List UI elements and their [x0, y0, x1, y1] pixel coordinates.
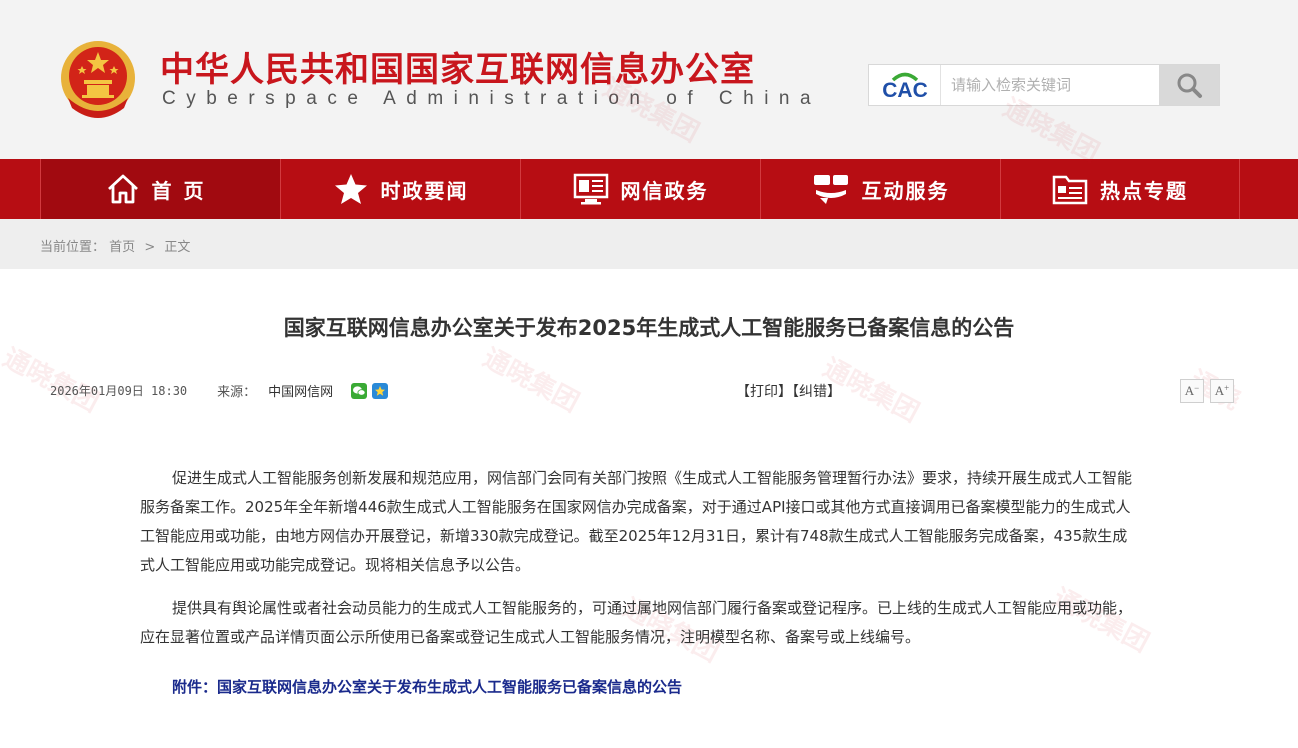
breadcrumb-home-link[interactable]: 首页: [109, 240, 135, 255]
national-emblem-icon[interactable]: [58, 38, 138, 122]
article-title: 国家互联网信息办公室关于发布2025年生成式人工智能服务已备案信息的公告: [283, 316, 1015, 340]
nav-item-news[interactable]: 时政要闻: [280, 159, 520, 219]
article-meta: 2026年01月09日 18:30 来源： 中国网信网: [50, 381, 389, 400]
search-button[interactable]: [1159, 65, 1219, 105]
font-increase-button[interactable]: A +: [1210, 379, 1234, 403]
folder-icon: [1052, 175, 1088, 205]
cac-logo[interactable]: CAC: [869, 65, 941, 105]
attachment: 附件：国家互联网信息办公室关于发布生成式人工智能服务已备案信息的公告: [172, 676, 682, 697]
source-name: 中国网信网: [268, 385, 334, 400]
nav-item-interaction[interactable]: 互动服务: [760, 159, 1000, 219]
font-size-controls: A − A +: [1180, 379, 1234, 403]
attachment-link[interactable]: 国家互联网信息办公室关于发布生成式人工智能服务已备案信息的公告: [217, 678, 682, 696]
chat-icon: [813, 175, 848, 204]
share-buttons: [351, 382, 389, 399]
monitor-icon: [573, 173, 608, 205]
font-decrease-button[interactable]: A −: [1180, 379, 1204, 403]
breadcrumb-bar: 当前位置： 首页 > 正文: [0, 219, 1298, 269]
source-label: 来源：: [217, 385, 257, 400]
print-link[interactable]: 【打印】: [736, 384, 792, 400]
nav-item-label: 网信政务: [620, 178, 709, 203]
article-paragraph: 促进生成式人工智能服务创新发展和规范应用，网信部门会同有关部门按照《生成式人工智…: [140, 469, 1133, 574]
cac-logo-text: CAC: [882, 79, 928, 102]
breadcrumb-current: 正文: [164, 240, 191, 255]
nav-item-topics[interactable]: 热点专题: [1000, 159, 1240, 219]
search-input[interactable]: [943, 65, 1159, 105]
search-icon: [1177, 73, 1202, 98]
breadcrumb-prefix: 当前位置：: [40, 240, 106, 255]
article-tools: 【打印】【纠错】: [736, 381, 841, 401]
watermark: 通晓集团: [0, 343, 104, 419]
site-title-english: Cyberspace Administration of China: [162, 88, 822, 109]
nav-item-label: 时政要闻: [380, 178, 469, 203]
watermark: 通晓集团: [477, 343, 584, 419]
nav-item-label: 互动服务: [861, 178, 950, 203]
site-title-chinese[interactable]: 中华人民共和国国家互联网信息办公室: [160, 42, 755, 91]
nav-item-affairs[interactable]: 网信政务: [520, 159, 760, 219]
font-increase-label: A: [1214, 383, 1225, 398]
article-paragraph: 提供具有舆论属性或者社会动员能力的生成式人工智能服务的，可通过属地网信部门履行备…: [140, 599, 1133, 646]
nav-item-home[interactable]: 首页: [40, 159, 280, 219]
main-nav: 首页 时政要闻 网信政务 互动服务 热点专题: [0, 159, 1298, 219]
home-icon: [107, 174, 138, 204]
nav-item-label: 首页: [151, 178, 216, 203]
correct-link[interactable]: 【纠错】: [792, 384, 841, 400]
breadcrumb: 当前位置： 首页 > 正文: [40, 236, 190, 255]
breadcrumb-separator: >: [144, 240, 156, 255]
font-decrease-label: A: [1184, 383, 1195, 398]
star-icon: [334, 174, 367, 204]
wechat-share-icon[interactable]: [351, 382, 368, 399]
attachment-label: 附件：: [172, 678, 218, 696]
site-header: 中华人民共和国国家互联网信息办公室 Cyberspace Administrat…: [0, 0, 1298, 159]
article-body: 促进生成式人工智能服务创新发展和规范应用，网信部门会同有关部门按照《生成式人工智…: [140, 464, 1140, 666]
search-box: CAC: [868, 64, 1220, 106]
nav-item-label: 热点专题: [1100, 178, 1188, 203]
qzone-share-icon[interactable]: [372, 382, 389, 399]
publish-date: 2026年01月09日 18:30: [50, 384, 188, 398]
